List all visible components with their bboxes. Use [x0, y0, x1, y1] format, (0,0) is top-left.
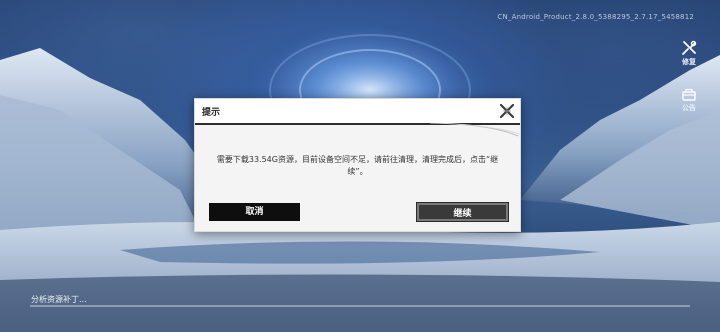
- cancel-button[interactable]: 取消: [209, 203, 300, 221]
- continue-button[interactable]: 继续: [416, 202, 509, 222]
- notice-label: 公告: [682, 104, 696, 112]
- wrench-screwdriver-icon: [682, 40, 697, 55]
- dialog-title: 提示: [202, 108, 221, 118]
- close-x-icon[interactable]: [498, 102, 516, 120]
- dialog-message: 需要下载33.54G资源，目前设备空间不足，请前往清理，清理完成后，点击“继续”…: [216, 155, 499, 176]
- repair-label: 修复: [682, 58, 696, 66]
- repair-button[interactable]: 修复: [676, 40, 702, 67]
- status-text: 分析资源补丁...: [31, 295, 87, 304]
- prompt-dialog: 提示 需要下载33.54G资源，目前设备空间不足，请前往清理，清理完成后，点击“…: [194, 98, 521, 232]
- build-version-text: CN_Android_Product_2.8.0_5388295_2.7.17_…: [497, 13, 694, 21]
- progress-bar: [30, 305, 690, 307]
- notice-button[interactable]: 公告: [676, 88, 702, 113]
- header-decoration: [430, 123, 520, 137]
- dialog-header: 提示: [195, 99, 520, 123]
- mailbox-icon: [682, 88, 696, 101]
